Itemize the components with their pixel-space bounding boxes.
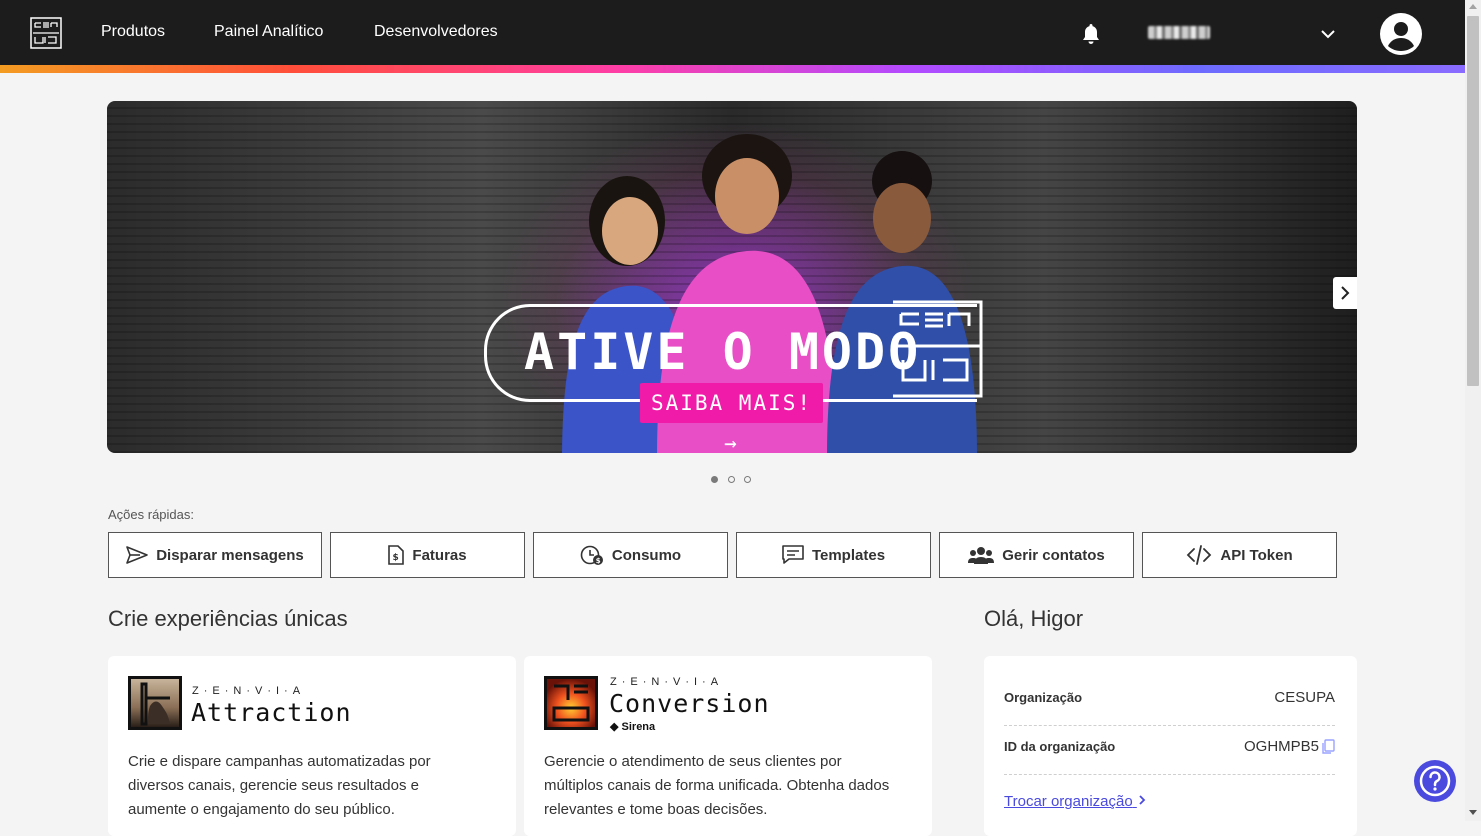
question-mark-icon [1419,765,1451,797]
conversion-description: Gerencie o atendimento de seus clientes … [544,753,890,818]
zenvia-mark-icon [893,300,983,398]
org-name-label: Organização [1004,690,1083,705]
contacts-group-icon [968,547,995,564]
organization-card: Organização CESUPA ID da organização OGH… [984,656,1357,836]
message-template-icon [782,545,804,564]
invoice-icon: $ [388,545,405,565]
chevron-down-icon[interactable] [1320,26,1336,42]
nav-produtos[interactable]: Produtos [101,23,165,41]
code-brackets-icon [1187,545,1212,565]
attraction-card[interactable]: Z·E·N·V·I·A Attraction Crie e dispare ca… [108,656,516,836]
switch-organization-link[interactable]: Trocar organização [1004,793,1147,810]
experiences-title: Crie experiências únicas [108,606,348,631]
svg-text:$: $ [596,557,601,565]
carousel-next-button[interactable] [1333,277,1357,309]
page-scrollbar[interactable] [1465,0,1481,821]
sirena-sublabel: ◆ Sirena [610,721,656,733]
attraction-product-name: Attraction [191,698,352,727]
avatar[interactable] [1380,13,1422,55]
manage-contacts-label: Gerir contatos [1002,546,1105,564]
templates-button[interactable]: Templates [736,532,931,578]
quick-actions-label: Ações rápidas: [108,507,194,522]
conversion-product-name: Conversion [609,689,770,718]
svg-text:$: $ [393,553,399,563]
api-token-label: API Token [1220,546,1293,564]
org-name-value: CESUPA [1274,689,1335,706]
zenvia-logo-icon[interactable] [30,17,62,49]
org-id-value: OGHMPB5 [1243,738,1319,755]
scroll-up-arrow[interactable] [1469,4,1477,9]
bell-icon[interactable] [1081,23,1101,45]
org-name-row: Organização CESUPA [1004,676,1335,726]
conversion-brand: Z·E·N·V·I·A [610,676,724,688]
carousel-dot-2[interactable] [728,476,735,483]
send-messages-label: Disparar mensagens [156,546,304,564]
greeting-title: Olá, Higor [984,606,1084,631]
conversion-logo-icon [544,676,598,730]
carousel-dot-3[interactable] [744,476,751,483]
banner-headline: ATIVE O MODO [524,323,922,381]
chevron-right-icon [1139,795,1146,805]
switch-organization-label: Trocar organização [1004,793,1133,810]
copy-icon[interactable] [1321,739,1335,755]
org-id-label: ID da organização [1004,739,1116,754]
usage-button[interactable]: $ Consumo [533,532,728,578]
templates-label: Templates [811,546,886,564]
top-navbar: Produtos Painel Analítico Desenvolvedore… [0,0,1465,65]
attraction-description: Crie e dispare campanhas automatizadas p… [128,753,431,818]
send-messages-button[interactable]: Disparar mensagens [108,532,322,578]
scroll-thumb[interactable] [1467,16,1479,386]
invoices-label: Faturas [412,546,467,564]
banner-cta-button[interactable]: SAIBA MAIS! → [640,383,823,453]
chevron-right-icon [1341,286,1350,300]
usage-label: Consumo [611,546,682,564]
org-id-row: ID da organização OGHMPB5 [1004,725,1335,775]
send-icon [126,546,149,564]
attraction-brand: Z·E·N·V·I·A [192,685,306,697]
promo-banner-carousel[interactable]: ATIVE O MODO SAIBA MAIS! → [107,101,1357,453]
carousel-dot-1[interactable] [711,476,718,483]
usage-clock-icon: $ [580,545,603,565]
manage-contacts-button[interactable]: Gerir contatos [939,532,1134,578]
nav-desenvolvedores[interactable]: Desenvolvedores [374,23,498,41]
api-token-button[interactable]: API Token [1142,532,1337,578]
help-button[interactable] [1414,760,1456,802]
user-name-redacted[interactable] [1148,26,1210,39]
brand-gradient-strip [0,65,1465,73]
nav-painel-analitico[interactable]: Painel Analítico [214,23,323,41]
attraction-logo-icon [128,676,182,730]
scroll-down-arrow[interactable] [1469,810,1477,815]
invoices-button[interactable]: $ Faturas [330,532,525,578]
conversion-card[interactable]: Z·E·N·V·I·A Conversion ◆ Sirena Gerencie… [524,656,932,836]
